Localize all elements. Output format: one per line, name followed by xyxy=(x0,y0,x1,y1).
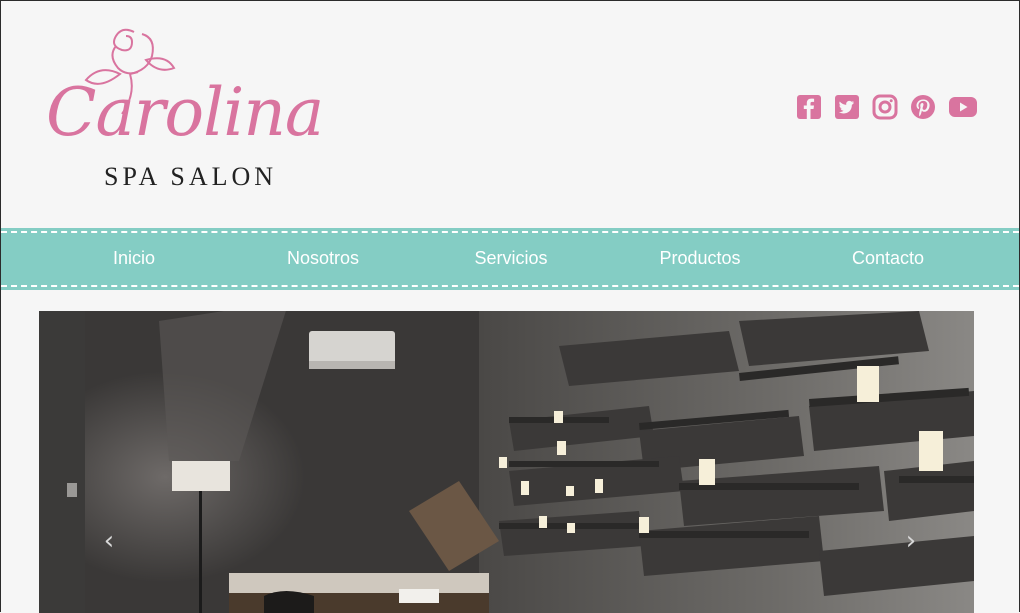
brand-subtitle: SPA SALON xyxy=(104,162,278,191)
brand-name: Carolina xyxy=(46,74,324,151)
instagram-icon[interactable] xyxy=(872,94,898,120)
nav-item-inicio[interactable]: Inicio xyxy=(64,248,204,269)
spa-room-image xyxy=(39,311,974,613)
main-nav: Inicio Nosotros Servicios Productos Cont… xyxy=(1,228,1019,290)
nav-item-contacto[interactable]: Contacto xyxy=(818,248,958,269)
nav-item-productos[interactable]: Productos xyxy=(630,248,770,269)
brand-logo[interactable]: Carolina SPA SALON xyxy=(40,20,340,200)
youtube-icon[interactable] xyxy=(948,94,978,120)
carousel-next-button[interactable]: › xyxy=(899,528,923,554)
nav-item-nosotros[interactable]: Nosotros xyxy=(253,248,393,269)
social-links xyxy=(796,94,978,120)
hero-carousel[interactable]: ‹ › xyxy=(39,311,974,613)
pinterest-icon[interactable] xyxy=(910,94,936,120)
facebook-icon[interactable] xyxy=(796,94,822,120)
carousel-prev-button[interactable]: ‹ xyxy=(97,528,121,554)
twitter-icon[interactable] xyxy=(834,94,860,120)
nav-item-servicios[interactable]: Servicios xyxy=(441,248,581,269)
